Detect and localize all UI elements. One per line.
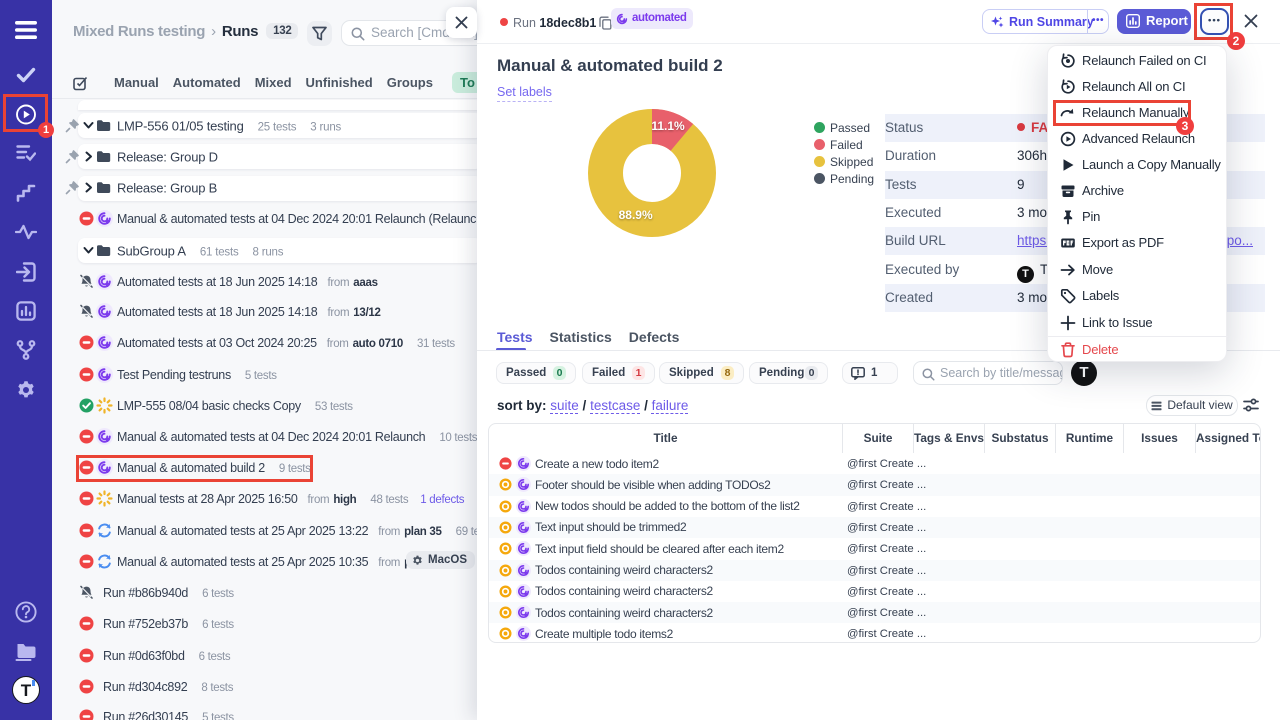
svg-text:88.9%: 88.9% xyxy=(619,208,653,222)
svg-text:11.1%: 11.1% xyxy=(651,119,685,133)
